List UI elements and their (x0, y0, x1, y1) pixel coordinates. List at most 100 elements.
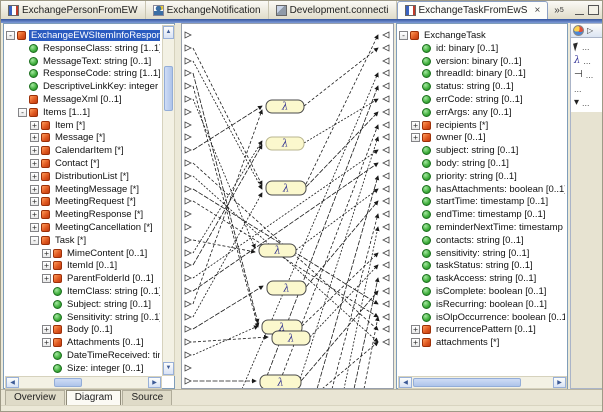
scroll-up-icon[interactable]: ▲ (163, 26, 174, 39)
scrollbar-thumb[interactable] (413, 378, 521, 387)
mapping-link[interactable] (304, 48, 378, 106)
node-label[interactable]: recipients [*] (434, 120, 490, 131)
tree-row[interactable]: ResponseCode: string [1..1] (4, 67, 160, 80)
target-port-icon[interactable] (383, 32, 389, 38)
target-port-icon[interactable] (383, 160, 389, 166)
mapping-link[interactable] (304, 99, 378, 143)
node-label[interactable]: MeetingCancellation [*] (53, 222, 155, 233)
scroll-left-icon[interactable]: ◀ (6, 377, 19, 388)
node-label[interactable]: Subject: string [0..1] (65, 299, 153, 310)
tree-row[interactable]: threadId: binary [0..1] (397, 67, 528, 80)
source-port-icon[interactable] (185, 70, 191, 76)
expand-icon[interactable]: + (30, 172, 39, 181)
mapping-link[interactable] (193, 86, 258, 327)
node-label[interactable]: isOlpOccurrence: boolean [0..1] (434, 312, 565, 323)
tree-row[interactable]: Sensitivity: string [0..1] (4, 311, 160, 324)
node-label[interactable]: ResponseClass: string [1..1] (41, 43, 160, 54)
target-port-icon[interactable] (383, 83, 389, 89)
tree-row[interactable]: +MeetingCancellation [*] (4, 221, 155, 234)
tree-row[interactable]: +recipients [*] (397, 119, 490, 132)
collapse-icon[interactable]: - (30, 236, 39, 245)
node-label[interactable]: subject: string [0..1] (434, 145, 520, 156)
mapping-link[interactable] (332, 214, 378, 388)
source-port-icon[interactable] (185, 134, 191, 140)
collapse-icon[interactable]: - (399, 31, 408, 40)
node-label[interactable]: ParentFolderId [0..1] (65, 273, 156, 284)
tree-row[interactable]: contacts: string [0..1] (397, 234, 526, 247)
tree-row[interactable]: Subject: string [0..1] (4, 298, 153, 311)
expand-icon[interactable]: + (30, 197, 39, 206)
tree-row[interactable]: endTime: timestamp [0..1] (397, 208, 547, 221)
node-label[interactable]: body: string [0..1] (434, 158, 511, 169)
tree-row[interactable]: taskAccess: string [0..1] (397, 272, 538, 285)
tree-row[interactable]: sensitivity: string [0..1] (397, 247, 531, 260)
node-label[interactable]: id: binary [0..1] (434, 43, 500, 54)
tree-row[interactable]: +attachments [*] (397, 336, 501, 349)
node-label[interactable]: Task [*] (53, 235, 88, 246)
lambda-node[interactable]: λ (272, 331, 310, 345)
tree-row[interactable]: ItemClass: string [0..1] (4, 285, 160, 298)
view-tab-source[interactable]: Source (122, 390, 172, 405)
editor-tab-exchangepersonfromew[interactable]: ExchangePersonFromEW (1, 1, 146, 19)
tree-row[interactable]: +MeetingResponse [*] (4, 208, 145, 221)
node-label[interactable]: ItemClass: string [0..1] (65, 286, 160, 297)
tree-row[interactable]: +ItemId [0..1] (4, 259, 119, 272)
mapping-link[interactable] (193, 110, 262, 304)
tree-row[interactable]: id: binary [0..1] (397, 42, 500, 55)
target-port-icon[interactable] (383, 288, 389, 294)
tree-row[interactable]: +owner [0..1] (397, 131, 488, 144)
node-label[interactable]: Size: integer [0..1] (65, 363, 146, 374)
node-label[interactable]: errCode: string [0..1] (434, 94, 525, 105)
tree-row[interactable]: -ExchangeTask (397, 29, 488, 42)
mapping-link[interactable] (193, 48, 262, 185)
tree-row[interactable]: +Body [0..1] (4, 323, 114, 336)
target-port-icon[interactable] (383, 45, 389, 51)
source-port-icon[interactable] (185, 275, 191, 281)
expand-icon[interactable]: + (30, 121, 39, 130)
tree-row[interactable]: startTime: timestamp [0..1] (397, 195, 550, 208)
mapping-link[interactable] (306, 35, 378, 184)
palette-expand-icon[interactable]: ▷ (587, 26, 593, 35)
palette-tool[interactable]: ▾... (571, 96, 603, 110)
mapping-link[interactable] (344, 227, 378, 388)
tree-row[interactable]: - Task [*] (4, 234, 88, 247)
node-label[interactable]: recurrencePattern [0..1] (434, 324, 538, 335)
collapse-icon[interactable]: - (6, 31, 15, 40)
tree-row[interactable]: -Items [1..1] (4, 106, 92, 119)
source-port-icon[interactable] (185, 301, 191, 307)
tree-row[interactable]: +recurrencePattern [0..1] (397, 323, 538, 336)
tree-row[interactable]: +ParentFolderId [0..1] (4, 272, 156, 285)
node-label[interactable]: version: binary [0..1] (434, 56, 524, 67)
expand-icon[interactable]: + (30, 159, 39, 168)
target-port-icon[interactable] (383, 173, 389, 179)
tree-row[interactable]: +Attachments [0..1] (4, 336, 146, 349)
source-port-icon[interactable] (185, 109, 191, 115)
expand-icon[interactable]: + (411, 338, 420, 347)
tree-row[interactable]: + Item [*] (4, 119, 87, 132)
node-label[interactable]: endTime: timestamp [0..1] (434, 209, 547, 220)
mapping-canvas[interactable]: λλλλλλλλ (181, 23, 394, 389)
tree-row[interactable]: errCode: string [0..1] (397, 93, 525, 106)
node-label[interactable]: DateTimeReceived: timestamp [0..1] (65, 350, 160, 361)
node-label[interactable]: Item [*] (53, 120, 87, 131)
node-label[interactable]: Message [*] (53, 132, 107, 143)
mapping-link[interactable] (322, 342, 378, 388)
tree-row[interactable]: DateTimeReceived: timestamp [0..1] (4, 349, 160, 362)
source-port-icon[interactable] (185, 378, 191, 384)
target-port-icon[interactable] (383, 147, 389, 153)
target-horizontal-scrollbar[interactable]: ◀ ▶ (398, 376, 567, 389)
expand-icon[interactable]: + (30, 133, 39, 142)
node-label[interactable]: Contact [*] (53, 158, 101, 169)
source-port-icon[interactable] (185, 352, 191, 358)
node-label[interactable]: threadId: binary [0..1] (434, 68, 528, 79)
source-port-icon[interactable] (185, 326, 191, 332)
tree-row[interactable]: -ExchangeEWSItemInfoResponseM (4, 29, 160, 42)
target-port-icon[interactable] (383, 211, 389, 217)
tree-row[interactable]: DescriptiveLinkKey: integer [0..1] (4, 80, 160, 93)
tree-row[interactable]: + Message [*] (4, 131, 107, 144)
tree-row[interactable]: isComplete: boolean [0..1] (397, 285, 548, 298)
view-tab-overview[interactable]: Overview (5, 390, 65, 405)
source-port-icon[interactable] (185, 147, 191, 153)
source-port-icon[interactable] (185, 160, 191, 166)
node-label[interactable]: priority: string [0..1] (434, 171, 519, 182)
